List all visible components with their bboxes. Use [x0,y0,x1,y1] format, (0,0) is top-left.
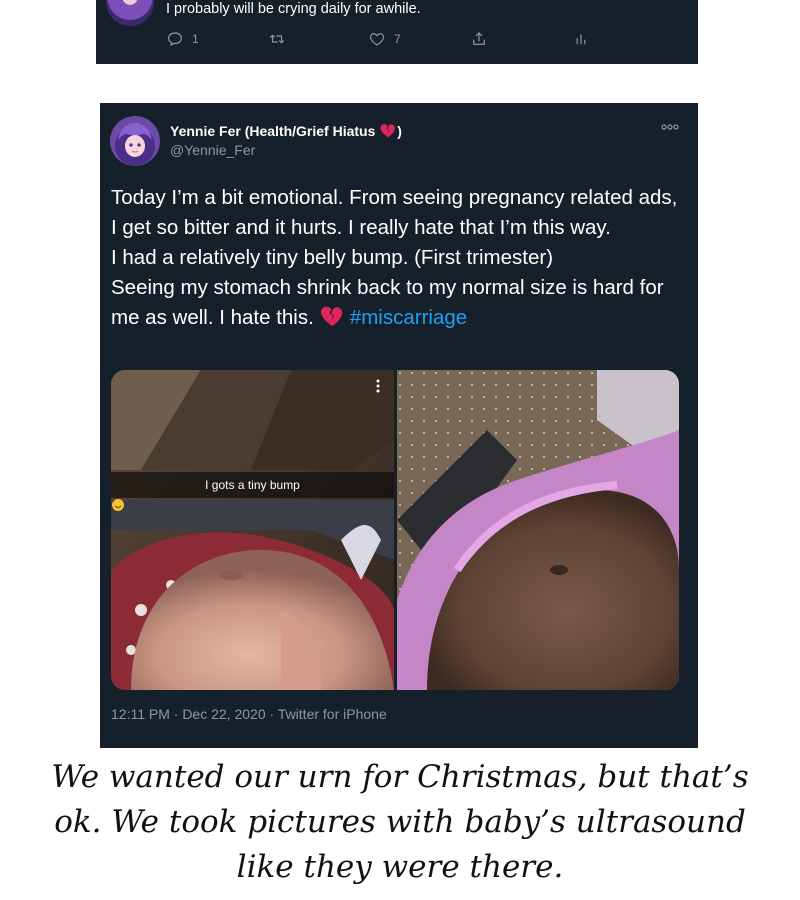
heart-icon [369,33,385,46]
smiling-hearts-emoji-icon [112,499,124,511]
previous-tweet-text: I probably will be crying daily for awhi… [166,1,421,17]
tweet-timestamp[interactable]: 12:11 PM · Dec 22, 2020 · Twitter for iP… [111,706,387,722]
analytics-button[interactable] [572,30,590,48]
reply-icon [168,32,182,47]
photo-caption-text: I gots a tiny bump [205,478,300,492]
tweet-paragraph: Today I’m a bit emotional. From seeing p… [111,186,678,239]
broken-heart-icon [380,124,396,138]
avatar[interactable] [106,0,154,26]
tweet-card: Yennie Fer (Health/Grief Hiatus ) @Yenni… [100,103,698,748]
analytics-icon [576,34,586,45]
like-button[interactable]: 7 [368,30,401,48]
display-name-close: ) [397,123,402,139]
hashtag-link[interactable]: #miscarriage [350,306,467,329]
reply-count: 1 [192,32,199,46]
belly-photo-left-image [111,370,394,690]
previous-tweet: I probably will be crying daily for awhi… [96,0,698,64]
display-name-text: Yennie Fer (Health/Grief Hiatus [170,123,380,139]
more-options-icon[interactable] [660,119,680,135]
retweet-button[interactable] [268,30,286,48]
photo-caption: I gots a tiny bump [111,472,394,511]
user-handle[interactable]: @Yennie_Fer [170,142,255,158]
reply-button[interactable]: 1 [166,30,199,48]
share-icon [473,32,485,45]
share-button[interactable] [470,30,488,48]
tweet-paragraph: I had a relatively tiny belly bump. (Fir… [111,246,554,269]
belly-photo-right-image [397,370,679,690]
avatar[interactable] [110,116,160,166]
broken-heart-icon [320,306,343,327]
tweet-text: Today I’m a bit emotional. From seeing p… [111,183,686,333]
retweet-icon [269,34,285,44]
belly-photo-right[interactable] [397,370,679,690]
tweet-media[interactable]: I gots a tiny bump [111,370,679,690]
caption-text: We wanted our urn for Christmas, but tha… [51,759,749,885]
display-name[interactable]: Yennie Fer (Health/Grief Hiatus ) [170,123,402,139]
belly-photo-left[interactable]: I gots a tiny bump [111,370,394,690]
photo-menu-icon[interactable] [376,378,380,394]
like-count: 7 [394,32,401,46]
tweet-paragraph-last: Seeing my stomach shrink back to my norm… [111,273,686,333]
